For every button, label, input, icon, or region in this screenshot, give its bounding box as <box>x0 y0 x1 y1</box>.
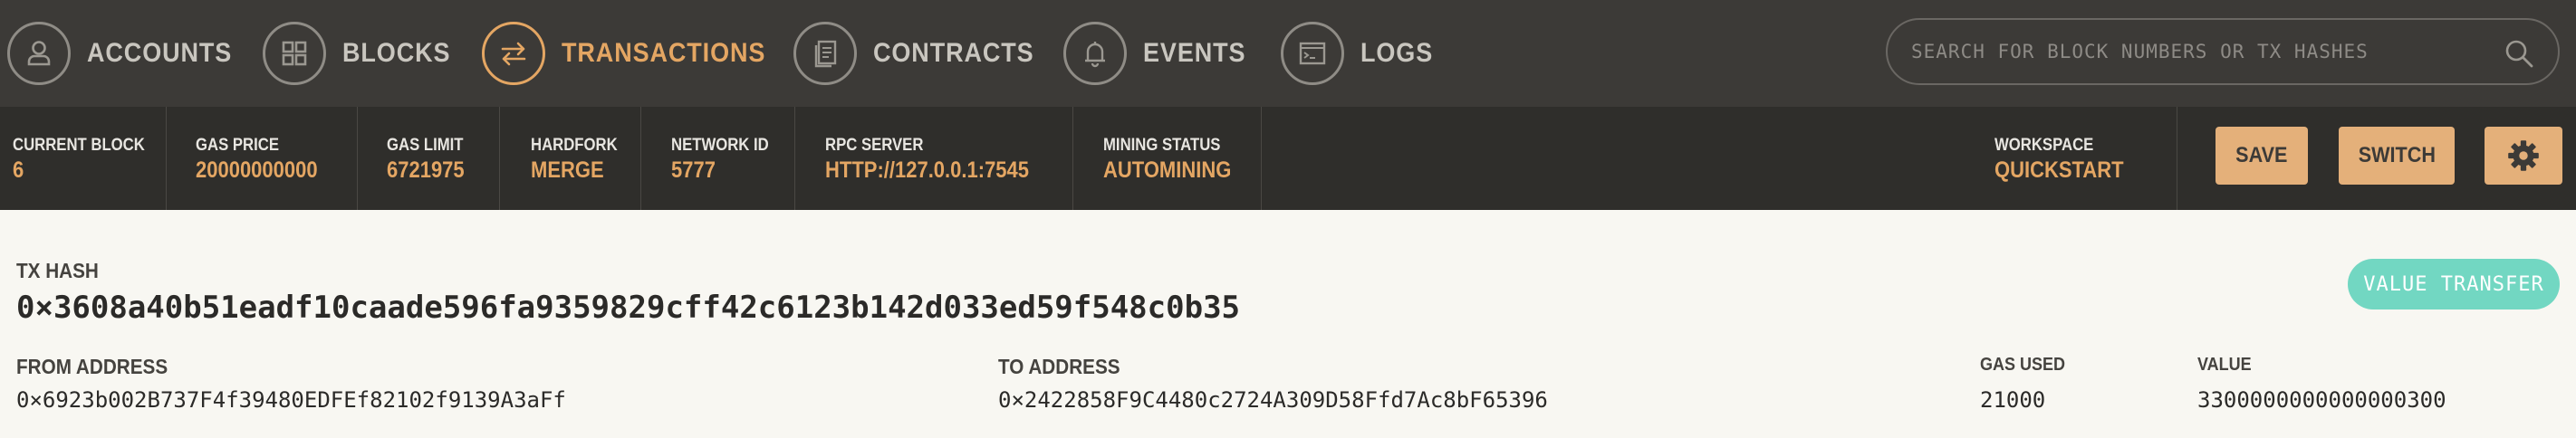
nav-events[interactable]: EVENTS <box>1063 0 1257 107</box>
value-value: 3300000000000000300 <box>2197 387 2446 413</box>
stat-gas-limit: GAS LIMIT 6721975 <box>358 107 500 210</box>
logs-icon <box>1281 22 1344 85</box>
stat-gas-price-value: 20000000000 <box>196 157 318 183</box>
stat-mining-status: MINING STATUS AUTOMINING <box>1073 107 1262 210</box>
stat-workspace-value: QUICKSTART <box>1994 157 2124 183</box>
nav-blocks-label: BLOCKS <box>342 38 451 68</box>
tx-hash-label: TX HASH <box>16 259 99 282</box>
search-input[interactable] <box>1909 40 2493 63</box>
gas-used-label: GAS USED <box>1980 355 2066 375</box>
search-box[interactable] <box>1886 18 2560 85</box>
stat-rpc-server-value: HTTP://127.0.0.1:7545 <box>825 157 1030 183</box>
tx-hash-value: 0×3608a40b51eadf10caade596fa9359829cff42… <box>16 290 1241 326</box>
gear-icon <box>2508 140 2539 171</box>
switch-button-label: SWITCH <box>2358 143 2436 167</box>
nav-accounts-label: ACCOUNTS <box>87 38 233 68</box>
stat-workspace: WORKSPACE QUICKSTART <box>1967 107 2177 210</box>
stat-gas-price-label: GAS PRICE <box>196 136 279 155</box>
events-icon <box>1063 22 1127 85</box>
stat-gas-price: GAS PRICE 20000000000 <box>167 107 358 210</box>
search-icon[interactable] <box>2504 38 2534 69</box>
blocks-icon <box>263 22 326 85</box>
nav-blocks[interactable]: BLOCKS <box>263 0 463 107</box>
stat-network-id-value: 5777 <box>671 157 716 183</box>
switch-button[interactable]: SWITCH <box>2339 127 2455 185</box>
nav-transactions-label: TRANSACTIONS <box>562 38 766 68</box>
to-address-value: 0×2422858F9C4480c2724A309D58Ffd7Ac8bF653… <box>998 387 1548 413</box>
from-address-label: FROM ADDRESS <box>16 355 168 378</box>
stat-hardfork-label: HARDFORK <box>531 136 618 155</box>
nav-events-label: EVENTS <box>1143 38 1246 68</box>
stat-rpc-server: RPC SERVER HTTP://127.0.0.1:7545 <box>795 107 1073 210</box>
nav-logs[interactable]: LOGS <box>1281 0 1441 107</box>
status-bar: CURRENT BLOCK 6 GAS PRICE 20000000000 GA… <box>0 107 2576 210</box>
nav-transactions[interactable]: TRANSACTIONS <box>482 0 788 107</box>
stat-rpc-server-label: RPC SERVER <box>825 136 924 155</box>
stat-network-id-label: NETWORK ID <box>671 136 769 155</box>
stat-network-id: NETWORK ID 5777 <box>641 107 795 210</box>
stat-current-block: CURRENT BLOCK 6 <box>0 107 167 210</box>
stat-mining-status-label: MINING STATUS <box>1103 136 1221 155</box>
contracts-icon <box>793 22 857 85</box>
save-button-label: SAVE <box>2235 143 2288 167</box>
accounts-icon <box>7 22 71 85</box>
top-navigation: ACCOUNTS BLOCKS TRANSACTIONS CONTRACTS E… <box>0 0 2576 107</box>
save-button[interactable]: SAVE <box>2216 127 2308 185</box>
nav-contracts[interactable]: CONTRACTS <box>793 0 1052 107</box>
tx-type-badge-label: VALUE TRANSFER <box>2363 272 2544 296</box>
stat-gas-limit-label: GAS LIMIT <box>387 136 464 155</box>
stat-current-block-label: CURRENT BLOCK <box>13 136 145 155</box>
nav-contracts-label: CONTRACTS <box>873 38 1034 68</box>
tx-type-badge: VALUE TRANSFER <box>2348 259 2560 309</box>
gas-used-value: 21000 <box>1980 387 2046 413</box>
stat-hardfork-value: MERGE <box>531 157 604 183</box>
settings-button[interactable] <box>2485 127 2562 185</box>
transaction-detail: TX HASH 0×3608a40b51eadf10caade596fa9359… <box>0 210 2576 438</box>
stat-workspace-label: WORKSPACE <box>1994 136 2094 155</box>
nav-logs-label: LOGS <box>1360 38 1434 68</box>
stat-gas-limit-value: 6721975 <box>387 157 465 183</box>
to-address-label: TO ADDRESS <box>998 355 1120 378</box>
value-label: VALUE <box>2197 355 2252 375</box>
stat-current-block-value: 6 <box>13 157 24 183</box>
stat-mining-status-value: AUTOMINING <box>1103 157 1232 183</box>
nav-accounts[interactable]: ACCOUNTS <box>7 0 248 107</box>
transactions-icon <box>482 22 545 85</box>
stat-hardfork: HARDFORK MERGE <box>500 107 641 210</box>
from-address-value: 0×6923b002B737F4f39480EDFEf82102f9139A3a… <box>16 387 566 413</box>
